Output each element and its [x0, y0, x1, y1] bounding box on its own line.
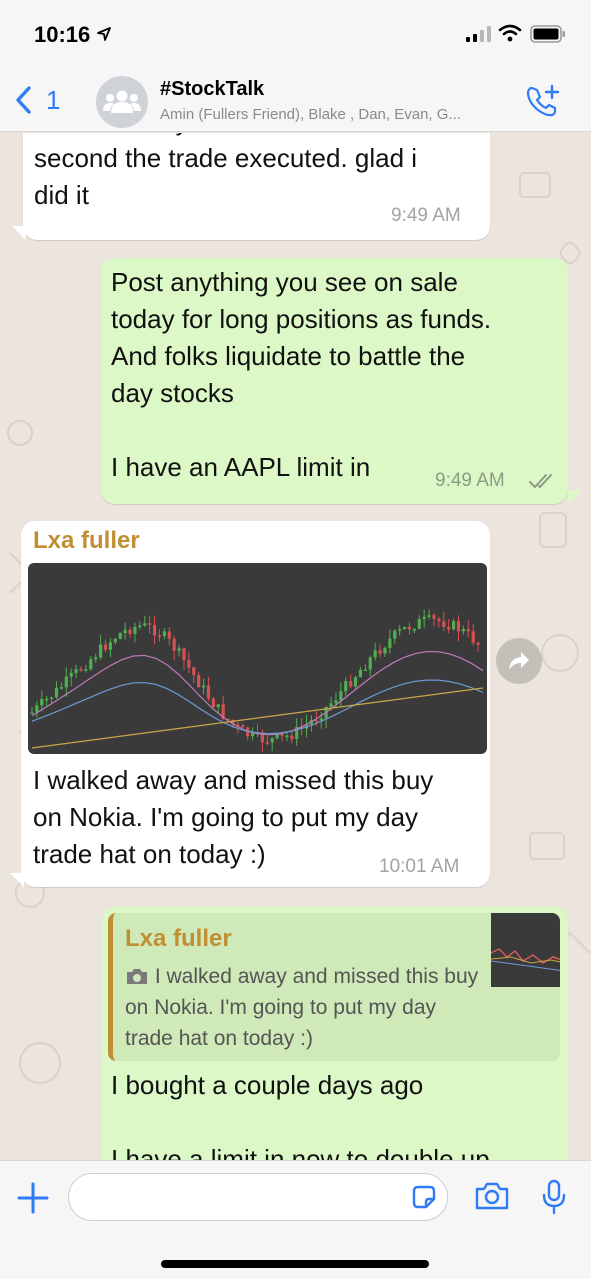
message-text: Post anything you see on sale today for … [111, 267, 492, 482]
message-text: I walked away and missed this buy on Nok… [33, 765, 434, 869]
message-time: 9:49 AM [391, 205, 461, 226]
home-indicator[interactable] [161, 1260, 429, 1268]
plus-icon[interactable] [16, 1181, 50, 1215]
add-call-icon[interactable] [524, 82, 562, 120]
status-bar: 10:16 [0, 0, 591, 70]
unread-count: 1 [46, 84, 61, 115]
signal-icon [466, 26, 491, 42]
quoted-sender: Lxa fuller [125, 925, 232, 952]
quoted-message[interactable]: Lxa fuller I walked away and missed this… [108, 913, 560, 1061]
mic-icon[interactable] [540, 1179, 568, 1215]
message-bubble-incoming[interactable]: Lxa fuller I walked away and missed this… [21, 521, 490, 887]
message-text: I bought a couple days ago I have a limi… [111, 1070, 490, 1160]
read-ticks-icon [529, 474, 552, 488]
message-time: 10:01 AM [379, 856, 460, 877]
message-bubble-outgoing[interactable]: Lxa fuller I walked away and missed this… [102, 907, 568, 1160]
chat-members[interactable]: Amin (Fullers Friend), Blake , Dan, Evan… [160, 106, 520, 123]
message-time: 9:49 AM [435, 470, 505, 491]
message-bubble-incoming[interactable]: had such buyers remorse the second the t… [23, 133, 490, 240]
bubble-tail [12, 226, 26, 240]
sticker-icon[interactable] [410, 1183, 438, 1211]
sender-name: Lxa fuller [33, 527, 140, 554]
camera-small-icon [127, 969, 147, 984]
message-bubble-outgoing[interactable]: Post anything you see on sale today for … [101, 258, 568, 504]
candlestick-chart [30, 609, 484, 752]
chat-area[interactable]: had such buyers remorse the second the t… [0, 133, 591, 1160]
group-avatar-icon [103, 90, 141, 113]
location-arrow-icon [97, 27, 111, 41]
stock-chart-image[interactable] [28, 563, 487, 754]
back-chevron-icon [16, 86, 31, 114]
group-avatar[interactable] [96, 76, 148, 128]
forward-button[interactable] [496, 638, 542, 684]
quoted-text: I walked away and missed this buy on Nok… [125, 965, 479, 1050]
status-time: 10:16 [34, 22, 91, 47]
wifi-icon [498, 24, 522, 42]
forward-icon [509, 652, 529, 670]
bubble-tail [10, 873, 24, 887]
quoted-image-thumbnail [491, 913, 560, 987]
back-button[interactable]: 1 [14, 80, 74, 120]
chat-header: 1 #StockTalk Amin (Fullers Friend), Blak… [0, 70, 591, 132]
battery-icon [530, 25, 565, 43]
camera-icon[interactable] [474, 1181, 510, 1211]
input-bar [0, 1160, 591, 1279]
message-text: had such buyers remorse the second the t… [34, 133, 418, 210]
chat-title[interactable]: #StockTalk [160, 78, 264, 101]
message-input[interactable] [68, 1173, 448, 1221]
bubble-tail [568, 490, 582, 504]
